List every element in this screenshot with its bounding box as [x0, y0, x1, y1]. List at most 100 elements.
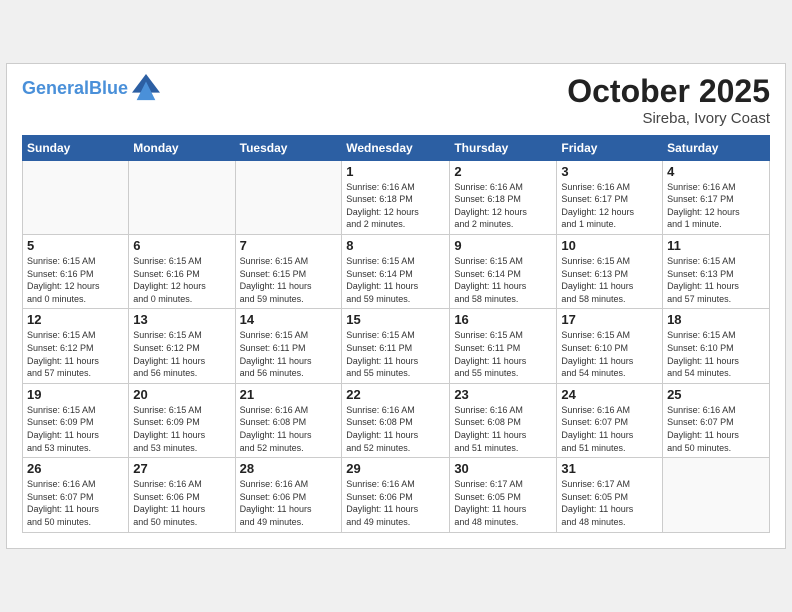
weekday-header-row: SundayMondayTuesdayWednesdayThursdayFrid… — [23, 135, 770, 160]
day-number: 14 — [240, 312, 338, 327]
calendar-cell — [129, 160, 235, 234]
calendar-cell: 4 Sunrise: 6:16 AM Sunset: 6:17 PM Daylig… — [663, 160, 770, 234]
calendar-cell: 12Sunrise: 6:15 AM Sunset: 6:12 PM Dayli… — [23, 309, 129, 383]
calendar-cell: 30 Sunrise: 6:17 AM Sunset: 6:05 PM Dayli… — [450, 458, 557, 532]
calendar-cell: 26Sunrise: 6:16 AM Sunset: 6:07 PM Dayli… — [23, 458, 129, 532]
day-number: 20 — [133, 387, 230, 402]
weekday-header: Tuesday — [235, 135, 342, 160]
calendar-cell: 20 Sunrise: 6:15 AM Sunset: 6:09 PM Dayli… — [129, 383, 235, 457]
day-number: 8 — [346, 238, 445, 253]
day-number: 24 — [561, 387, 658, 402]
day-info: Sunrise: 6:16 AM Sunset: 6:08 PM Dayligh… — [346, 404, 445, 454]
day-info: Sunrise: 6:15 AM Sunset: 6:14 PM Dayligh… — [346, 255, 445, 305]
title-block: October 2025 Sireba, Ivory Coast — [567, 74, 770, 126]
day-number: 5 — [27, 238, 124, 253]
day-number: 13 — [133, 312, 230, 327]
day-info: Sunrise: 6:15 AM Sunset: 6:11 PM Dayligh… — [454, 329, 552, 379]
day-number: 4 — [667, 164, 765, 179]
calendar-week-row: 19 Sunrise: 6:15 AM Sunset: 6:09 PM Dayli… — [23, 383, 770, 457]
calendar-week-row: 26Sunrise: 6:16 AM Sunset: 6:07 PM Dayli… — [23, 458, 770, 532]
day-number: 11 — [667, 238, 765, 253]
day-number: 9 — [454, 238, 552, 253]
day-number: 26 — [27, 461, 124, 476]
calendar-cell: 9Sunrise: 6:15 AM Sunset: 6:14 PM Daylig… — [450, 235, 557, 309]
day-info: Sunrise: 6:15 AM Sunset: 6:11 PM Dayligh… — [346, 329, 445, 379]
day-info: Sunrise: 6:15 AM Sunset: 6:13 PM Dayligh… — [561, 255, 658, 305]
day-number: 3 — [561, 164, 658, 179]
day-number: 7 — [240, 238, 338, 253]
calendar-cell: 17Sunrise: 6:15 AM Sunset: 6:10 PM Dayli… — [557, 309, 663, 383]
day-info: Sunrise: 6:16 AM Sunset: 6:18 PM Dayligh… — [346, 181, 445, 231]
logo-icon — [132, 74, 160, 102]
calendar-week-row: 1Sunrise: 6:16 AM Sunset: 6:18 PM Daylig… — [23, 160, 770, 234]
calendar-cell: 27 Sunrise: 6:16 AM Sunset: 6:06 PM Dayli… — [129, 458, 235, 532]
calendar-grid: SundayMondayTuesdayWednesdayThursdayFrid… — [22, 135, 770, 533]
weekday-header: Monday — [129, 135, 235, 160]
calendar-cell — [235, 160, 342, 234]
month-title: October 2025 — [567, 74, 770, 109]
day-info: Sunrise: 6:16 AM Sunset: 6:06 PM Dayligh… — [240, 478, 338, 528]
calendar-cell: 18 Sunrise: 6:15 AM Sunset: 6:10 PM Dayli… — [663, 309, 770, 383]
logo: GeneralBlue — [22, 74, 160, 102]
day-info: Sunrise: 6:17 AM Sunset: 6:05 PM Dayligh… — [561, 478, 658, 528]
calendar-cell: 8 Sunrise: 6:15 AM Sunset: 6:14 PM Daylig… — [342, 235, 450, 309]
day-info: Sunrise: 6:16 AM Sunset: 6:07 PM Dayligh… — [561, 404, 658, 454]
day-info: Sunrise: 6:15 AM Sunset: 6:13 PM Dayligh… — [667, 255, 765, 305]
day-number: 21 — [240, 387, 338, 402]
day-number: 30 — [454, 461, 552, 476]
calendar-cell: 5 Sunrise: 6:15 AM Sunset: 6:16 PM Daylig… — [23, 235, 129, 309]
day-number: 28 — [240, 461, 338, 476]
logo-text: GeneralBlue — [22, 79, 128, 99]
weekday-header: Friday — [557, 135, 663, 160]
day-number: 27 — [133, 461, 230, 476]
calendar-cell: 16 Sunrise: 6:15 AM Sunset: 6:11 PM Dayli… — [450, 309, 557, 383]
day-info: Sunrise: 6:16 AM Sunset: 6:07 PM Dayligh… — [667, 404, 765, 454]
calendar-cell: 11 Sunrise: 6:15 AM Sunset: 6:13 PM Dayli… — [663, 235, 770, 309]
day-number: 10 — [561, 238, 658, 253]
calendar-cell: 3 Sunrise: 6:16 AM Sunset: 6:17 PM Daylig… — [557, 160, 663, 234]
day-info: Sunrise: 6:15 AM Sunset: 6:09 PM Dayligh… — [27, 404, 124, 454]
weekday-header: Wednesday — [342, 135, 450, 160]
day-info: Sunrise: 6:15 AM Sunset: 6:10 PM Dayligh… — [667, 329, 765, 379]
calendar-cell: 10 Sunrise: 6:15 AM Sunset: 6:13 PM Dayli… — [557, 235, 663, 309]
location: Sireba, Ivory Coast — [567, 110, 770, 127]
day-number: 22 — [346, 387, 445, 402]
logo-line1: General — [22, 78, 89, 98]
calendar-cell: 14 Sunrise: 6:15 AM Sunset: 6:11 PM Dayli… — [235, 309, 342, 383]
day-info: Sunrise: 6:15 AM Sunset: 6:16 PM Dayligh… — [27, 255, 124, 305]
day-info: Sunrise: 6:17 AM Sunset: 6:05 PM Dayligh… — [454, 478, 552, 528]
day-info: Sunrise: 6:15 AM Sunset: 6:10 PM Dayligh… — [561, 329, 658, 379]
calendar-cell: 28 Sunrise: 6:16 AM Sunset: 6:06 PM Dayli… — [235, 458, 342, 532]
day-number: 23 — [454, 387, 552, 402]
day-number: 18 — [667, 312, 765, 327]
day-number: 16 — [454, 312, 552, 327]
logo-line2: Blue — [89, 78, 128, 98]
day-number: 15 — [346, 312, 445, 327]
day-info: Sunrise: 6:16 AM Sunset: 6:17 PM Dayligh… — [561, 181, 658, 231]
day-number: 19 — [27, 387, 124, 402]
calendar-week-row: 5 Sunrise: 6:15 AM Sunset: 6:16 PM Daylig… — [23, 235, 770, 309]
calendar-cell: 22 Sunrise: 6:16 AM Sunset: 6:08 PM Dayli… — [342, 383, 450, 457]
weekday-header: Thursday — [450, 135, 557, 160]
calendar-cell: 29Sunrise: 6:16 AM Sunset: 6:06 PM Dayli… — [342, 458, 450, 532]
day-info: Sunrise: 6:16 AM Sunset: 6:17 PM Dayligh… — [667, 181, 765, 231]
calendar-wrapper: GeneralBlue October 2025 Sireba, Ivory C… — [6, 63, 786, 548]
calendar-week-row: 12Sunrise: 6:15 AM Sunset: 6:12 PM Dayli… — [23, 309, 770, 383]
day-info: Sunrise: 6:16 AM Sunset: 6:06 PM Dayligh… — [133, 478, 230, 528]
calendar-cell — [23, 160, 129, 234]
weekday-header: Saturday — [663, 135, 770, 160]
day-number: 12 — [27, 312, 124, 327]
header: GeneralBlue October 2025 Sireba, Ivory C… — [22, 74, 770, 126]
calendar-cell — [663, 458, 770, 532]
day-info: Sunrise: 6:15 AM Sunset: 6:09 PM Dayligh… — [133, 404, 230, 454]
day-info: Sunrise: 6:16 AM Sunset: 6:06 PM Dayligh… — [346, 478, 445, 528]
day-info: Sunrise: 6:16 AM Sunset: 6:08 PM Dayligh… — [454, 404, 552, 454]
day-info: Sunrise: 6:16 AM Sunset: 6:08 PM Dayligh… — [240, 404, 338, 454]
day-info: Sunrise: 6:15 AM Sunset: 6:16 PM Dayligh… — [133, 255, 230, 305]
calendar-cell: 25 Sunrise: 6:16 AM Sunset: 6:07 PM Dayli… — [663, 383, 770, 457]
day-number: 25 — [667, 387, 765, 402]
day-number: 6 — [133, 238, 230, 253]
calendar-cell: 6 Sunrise: 6:15 AM Sunset: 6:16 PM Daylig… — [129, 235, 235, 309]
day-info: Sunrise: 6:15 AM Sunset: 6:11 PM Dayligh… — [240, 329, 338, 379]
day-number: 2 — [454, 164, 552, 179]
